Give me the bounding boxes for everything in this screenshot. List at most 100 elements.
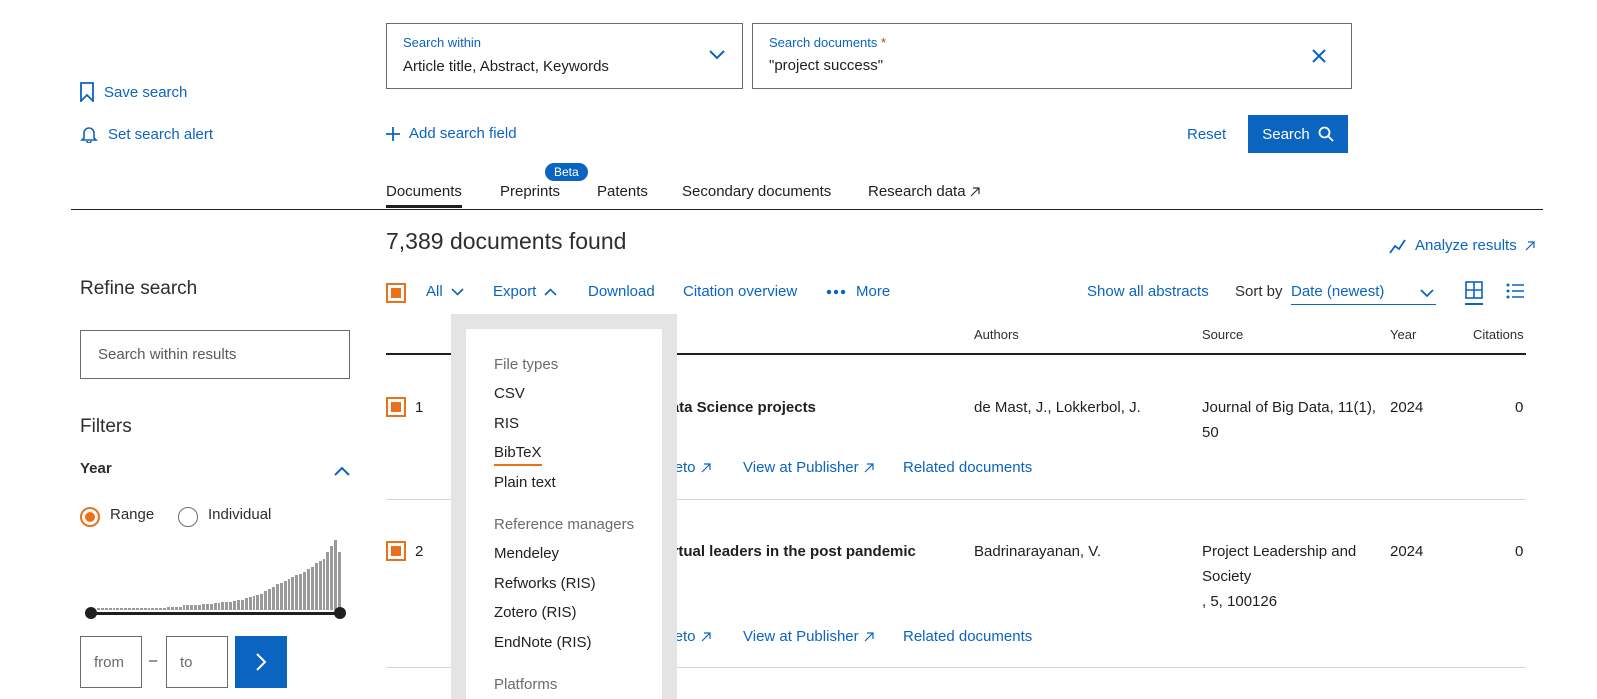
external-link-icon bbox=[1525, 240, 1535, 251]
select-all-checkbox[interactable] bbox=[386, 283, 406, 303]
search-button[interactable]: Search bbox=[1248, 115, 1348, 153]
histogram-bar bbox=[252, 596, 256, 610]
column-source[interactable]: Source bbox=[1202, 327, 1243, 342]
more-menu[interactable]: More bbox=[826, 283, 890, 300]
column-citations[interactable]: Citations bbox=[1473, 327, 1524, 342]
row-number: 2 bbox=[415, 543, 424, 560]
chevron-up-icon bbox=[544, 287, 557, 296]
view-at-publisher-link[interactable]: View at Publisher bbox=[743, 459, 874, 476]
reset-button[interactable]: Reset bbox=[1187, 126, 1226, 143]
chevron-down-icon bbox=[709, 50, 725, 60]
row-year: 2024 bbox=[1390, 399, 1424, 416]
row-source-line1[interactable]: Project Leadership and bbox=[1202, 539, 1356, 564]
column-year[interactable]: Year bbox=[1390, 327, 1416, 342]
sort-select-value: Date (newest) bbox=[1291, 283, 1385, 300]
analyze-results-label: Analyze results bbox=[1415, 237, 1517, 254]
view-at-publisher-link[interactable]: View at Publisher bbox=[743, 628, 874, 645]
export-bibtex[interactable]: BibTeX bbox=[494, 444, 542, 466]
export-label: Export bbox=[493, 283, 537, 300]
grid-view-toggle[interactable] bbox=[1465, 281, 1483, 305]
year-to-input[interactable]: to bbox=[166, 636, 228, 688]
year-from-input[interactable]: from bbox=[80, 636, 142, 688]
column-authors[interactable]: Authors bbox=[974, 327, 1019, 342]
individual-radio[interactable] bbox=[178, 507, 198, 527]
tab-patents[interactable]: Patents bbox=[597, 183, 648, 200]
add-search-field-button[interactable]: Add search field bbox=[386, 125, 517, 142]
export-refworks[interactable]: Refworks (RIS) bbox=[494, 575, 596, 592]
select-all-dropdown[interactable]: All bbox=[426, 283, 464, 300]
tabs-divider bbox=[71, 209, 1543, 210]
export-plain-text[interactable]: Plain text bbox=[494, 474, 556, 491]
histogram-bar bbox=[190, 605, 194, 610]
search-documents-field[interactable]: Search documents * "project success" bbox=[752, 23, 1352, 89]
chevron-down-icon bbox=[1420, 289, 1434, 298]
row-source-line2[interactable]: Society bbox=[1202, 564, 1251, 589]
histogram-bar bbox=[143, 607, 147, 610]
row-checkbox[interactable] bbox=[386, 541, 406, 561]
row-number: 1 bbox=[415, 399, 424, 416]
row-authors[interactable]: de Mast, J., Lokkerbol, J. bbox=[974, 395, 1141, 420]
histogram-bar bbox=[322, 558, 326, 610]
external-link-icon bbox=[864, 462, 874, 473]
histogram-bar bbox=[174, 606, 178, 610]
year-slider-end-handle[interactable] bbox=[334, 607, 346, 619]
download-button[interactable]: Download bbox=[588, 283, 655, 300]
histogram-bar bbox=[186, 605, 190, 610]
year-range-slider[interactable] bbox=[90, 612, 340, 615]
row-source-line2: 50 bbox=[1202, 424, 1219, 441]
related-documents-link[interactable]: Related documents bbox=[903, 459, 1032, 476]
search-documents-input[interactable]: "project success" bbox=[769, 57, 883, 74]
row-checkbox[interactable] bbox=[386, 397, 406, 417]
histogram-bar bbox=[326, 551, 330, 610]
file-types-heading: File types bbox=[494, 356, 559, 373]
tab-preprints[interactable]: Preprints bbox=[500, 183, 560, 200]
export-endnote[interactable]: EndNote (RIS) bbox=[494, 634, 592, 651]
histogram-bar bbox=[120, 608, 124, 610]
set-search-alert-button[interactable]: Set search alert bbox=[80, 125, 213, 143]
histogram-bar bbox=[104, 608, 108, 610]
histogram-bar bbox=[124, 608, 128, 610]
show-all-abstracts-button[interactable]: Show all abstracts bbox=[1087, 283, 1209, 300]
histogram-bar bbox=[147, 607, 151, 610]
tab-secondary-documents[interactable]: Secondary documents bbox=[682, 183, 831, 200]
refine-search-heading: Refine search bbox=[80, 278, 198, 299]
apply-year-button[interactable] bbox=[235, 636, 287, 688]
year-slider-start-handle[interactable] bbox=[85, 607, 97, 619]
tab-documents[interactable]: Documents bbox=[386, 183, 462, 208]
save-search-label: Save search bbox=[104, 83, 188, 101]
histogram-bar bbox=[237, 599, 240, 610]
histogram-bar bbox=[116, 608, 120, 610]
export-ris[interactable]: RIS bbox=[494, 415, 519, 432]
related-documents-link[interactable]: Related documents bbox=[903, 628, 1032, 645]
export-dropdown[interactable]: Export bbox=[493, 283, 557, 300]
search-within-results-placeholder: Search within results bbox=[98, 346, 237, 363]
sort-select[interactable]: Date (newest) bbox=[1291, 280, 1436, 305]
histogram-bar bbox=[194, 605, 198, 610]
search-documents-label-text: Search documents bbox=[769, 35, 878, 50]
chevron-up-icon[interactable] bbox=[334, 466, 350, 476]
more-label: More bbox=[856, 283, 891, 300]
range-radio[interactable] bbox=[80, 507, 100, 527]
export-zotero[interactable]: Zotero (RIS) bbox=[494, 604, 577, 621]
citation-overview-button[interactable]: Citation overview bbox=[683, 283, 797, 300]
clear-icon[interactable] bbox=[1311, 48, 1327, 64]
tab-research-data[interactable]: Research data bbox=[868, 183, 980, 200]
search-within-select[interactable]: Search within Article title, Abstract, K… bbox=[386, 23, 743, 89]
list-view-toggle[interactable] bbox=[1506, 283, 1524, 299]
export-mendeley[interactable]: Mendeley bbox=[494, 545, 559, 562]
individual-label: Individual bbox=[208, 506, 272, 523]
analyze-results-link[interactable]: Analyze results bbox=[1389, 237, 1535, 254]
add-search-field-label: Add search field bbox=[409, 125, 517, 142]
histogram-bar bbox=[155, 607, 159, 610]
row-title[interactable]: Data Science projects bbox=[660, 395, 816, 420]
export-csv[interactable]: CSV bbox=[494, 385, 525, 402]
save-search-button[interactable]: Save search bbox=[80, 82, 187, 102]
histogram-bar bbox=[260, 593, 264, 610]
row-authors[interactable]: Badrinarayanan, V. bbox=[974, 539, 1101, 564]
histogram-bar bbox=[291, 577, 295, 610]
search-within-results-input[interactable]: Search within results bbox=[80, 330, 350, 379]
row-source-line3: , 5, 100126 bbox=[1202, 593, 1278, 610]
row-title[interactable]: virtual leaders in the post pandemic bbox=[660, 539, 916, 564]
histogram-bar bbox=[221, 601, 225, 610]
row-source-line1[interactable]: Journal of Big Data, 11(1), bbox=[1202, 395, 1376, 420]
